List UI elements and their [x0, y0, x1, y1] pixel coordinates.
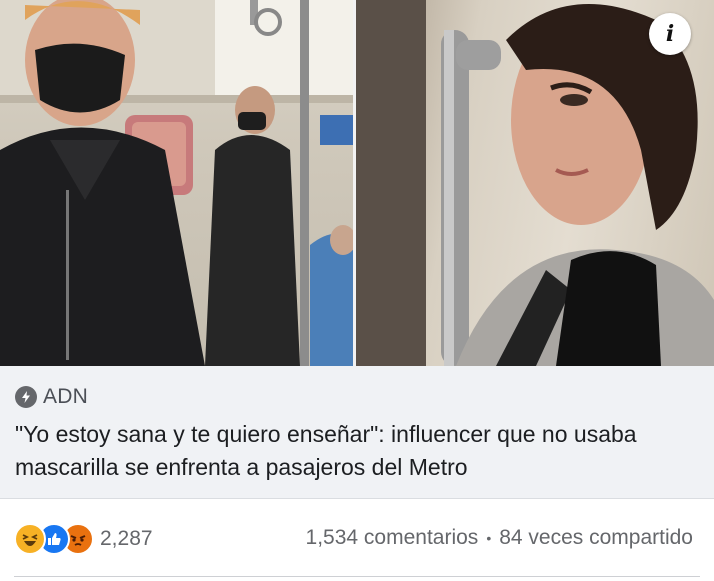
source-name[interactable]: ADN [43, 385, 88, 409]
photo-left-illustration [0, 0, 353, 366]
post-media[interactable]: i [0, 0, 714, 366]
lightning-bolt-icon [15, 386, 37, 408]
source-row: ADN [15, 385, 88, 409]
info-icon: i [665, 21, 675, 47]
post-stats: 1,534 comentarios • 84 veces compartido [306, 526, 693, 550]
engagement-bar: 2,287 1,534 comentarios • 84 veces compa… [0, 499, 714, 579]
haha-icon [14, 523, 46, 555]
link-preview-card[interactable]: ADN "Yo estoy sana y te quiero enseñar":… [0, 366, 714, 499]
info-button[interactable]: i [649, 13, 691, 55]
photo-train-passengers [0, 0, 353, 366]
reactions-summary[interactable]: 2,287 [14, 523, 153, 555]
reaction-count[interactable]: 2,287 [100, 527, 153, 551]
photo-woman-portrait [356, 0, 714, 366]
shares-count[interactable]: 84 veces compartido [499, 526, 693, 550]
divider [14, 576, 700, 577]
post-headline[interactable]: "Yo estoy sana y te quiero enseñar": inf… [15, 418, 695, 484]
comments-count[interactable]: 1,534 comentarios [306, 526, 479, 550]
photo-right-illustration [356, 0, 714, 366]
stats-separator: • [486, 530, 492, 546]
